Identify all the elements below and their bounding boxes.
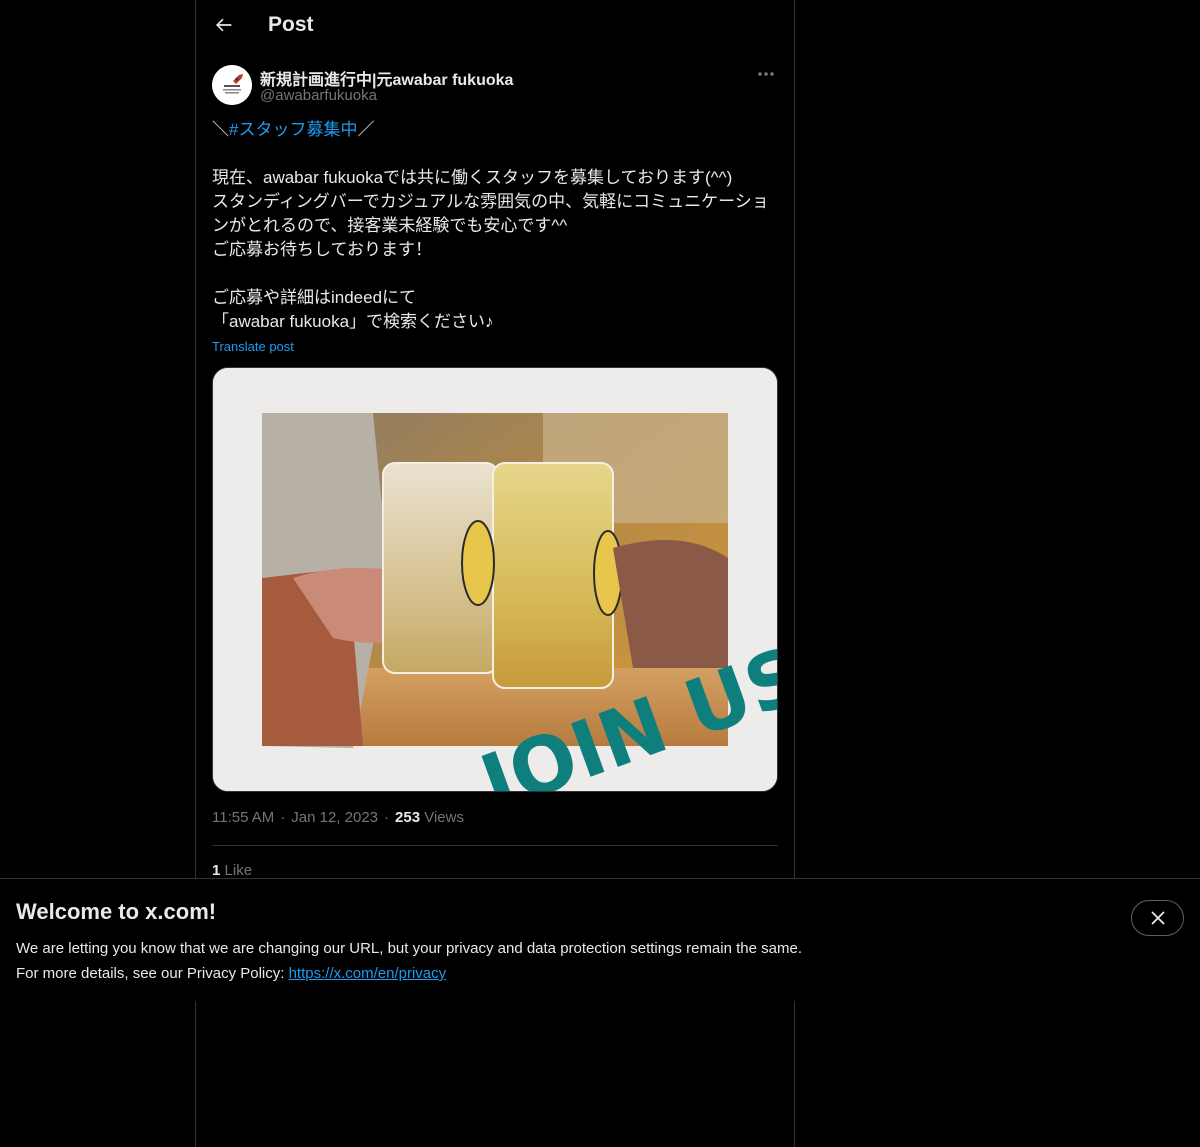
arrow-left-icon	[216, 18, 232, 32]
post-meta: 11:55 AM · Jan 12, 2023 · 253 Views	[212, 809, 464, 826]
hashtag-prefix: ＼	[212, 120, 229, 139]
banner-line-2-prefix: For more details, see our Privacy Policy…	[16, 965, 289, 982]
hashtag-suffix: ／	[357, 120, 375, 139]
hashtag-link[interactable]: #スタッフ募集中	[229, 120, 357, 139]
hashtag-line: ＼#スタッフ募集中／	[212, 118, 778, 142]
banner-text: We are letting you know that we are chan…	[16, 936, 802, 986]
page-title: Post	[268, 13, 314, 36]
banner-line-2: For more details, see our Privacy Policy…	[16, 961, 802, 986]
banner-line-1: We are letting you know that we are chan…	[16, 940, 802, 957]
views-label: Views	[424, 809, 464, 826]
post-line: ご応募お待ちしております！	[212, 240, 432, 259]
rocket-icon	[212, 65, 252, 105]
post-author: 新規計画進行中|元awabar fukuoka @awabarfukuoka	[212, 64, 778, 108]
likes-link[interactable]: 1 Like	[212, 862, 252, 879]
bar-photo-image: JOIN US	[213, 368, 777, 791]
divider	[212, 845, 778, 846]
post-line	[212, 262, 778, 286]
likes-label: Like	[224, 862, 253, 879]
post-line: 現在、awabar fukuokaでは共に働くスタッフを募集しております(^^)	[212, 168, 733, 187]
back-button[interactable]	[206, 8, 240, 42]
post-date[interactable]: Jan 12, 2023	[291, 809, 378, 826]
more-options-button[interactable]	[754, 64, 778, 84]
translate-post-link[interactable]: Translate post	[212, 339, 294, 354]
privacy-policy-link[interactable]: https://x.com/en/privacy	[289, 965, 447, 982]
post-text: ＼#スタッフ募集中／ 現在、awabar fukuokaでは共に働くスタッフを募…	[212, 118, 778, 334]
banner-close-button[interactable]	[1131, 900, 1184, 936]
post-time[interactable]: 11:55 AM	[212, 809, 274, 826]
meta-separator: ·	[384, 809, 390, 826]
more-icon	[758, 72, 774, 76]
banner-title: Welcome to x.com!	[16, 899, 217, 924]
close-icon	[1151, 911, 1164, 925]
avatar[interactable]	[212, 65, 252, 105]
top-bar: Post	[196, 0, 794, 54]
post-line: ンがとれるので、接客業未経験でも安心です^^	[212, 216, 568, 235]
author-handle[interactable]: @awabarfukuoka	[260, 87, 377, 104]
post-line	[212, 142, 778, 166]
post-line: ご応募や詳細はindeedにて	[212, 288, 417, 307]
likes-count: 1	[212, 862, 221, 879]
meta-separator: ·	[280, 809, 286, 826]
post-line: スタンディングバーでカジュアルな雰囲気の中、気軽にコミュニケーショ	[212, 192, 769, 211]
post-line: 「awabar fukuoka」で検索ください♪	[212, 312, 494, 331]
views-count: 253	[395, 809, 421, 826]
post-image[interactable]: JOIN US	[212, 367, 778, 792]
welcome-banner: Welcome to x.com! We are letting you kno…	[0, 878, 1200, 1001]
